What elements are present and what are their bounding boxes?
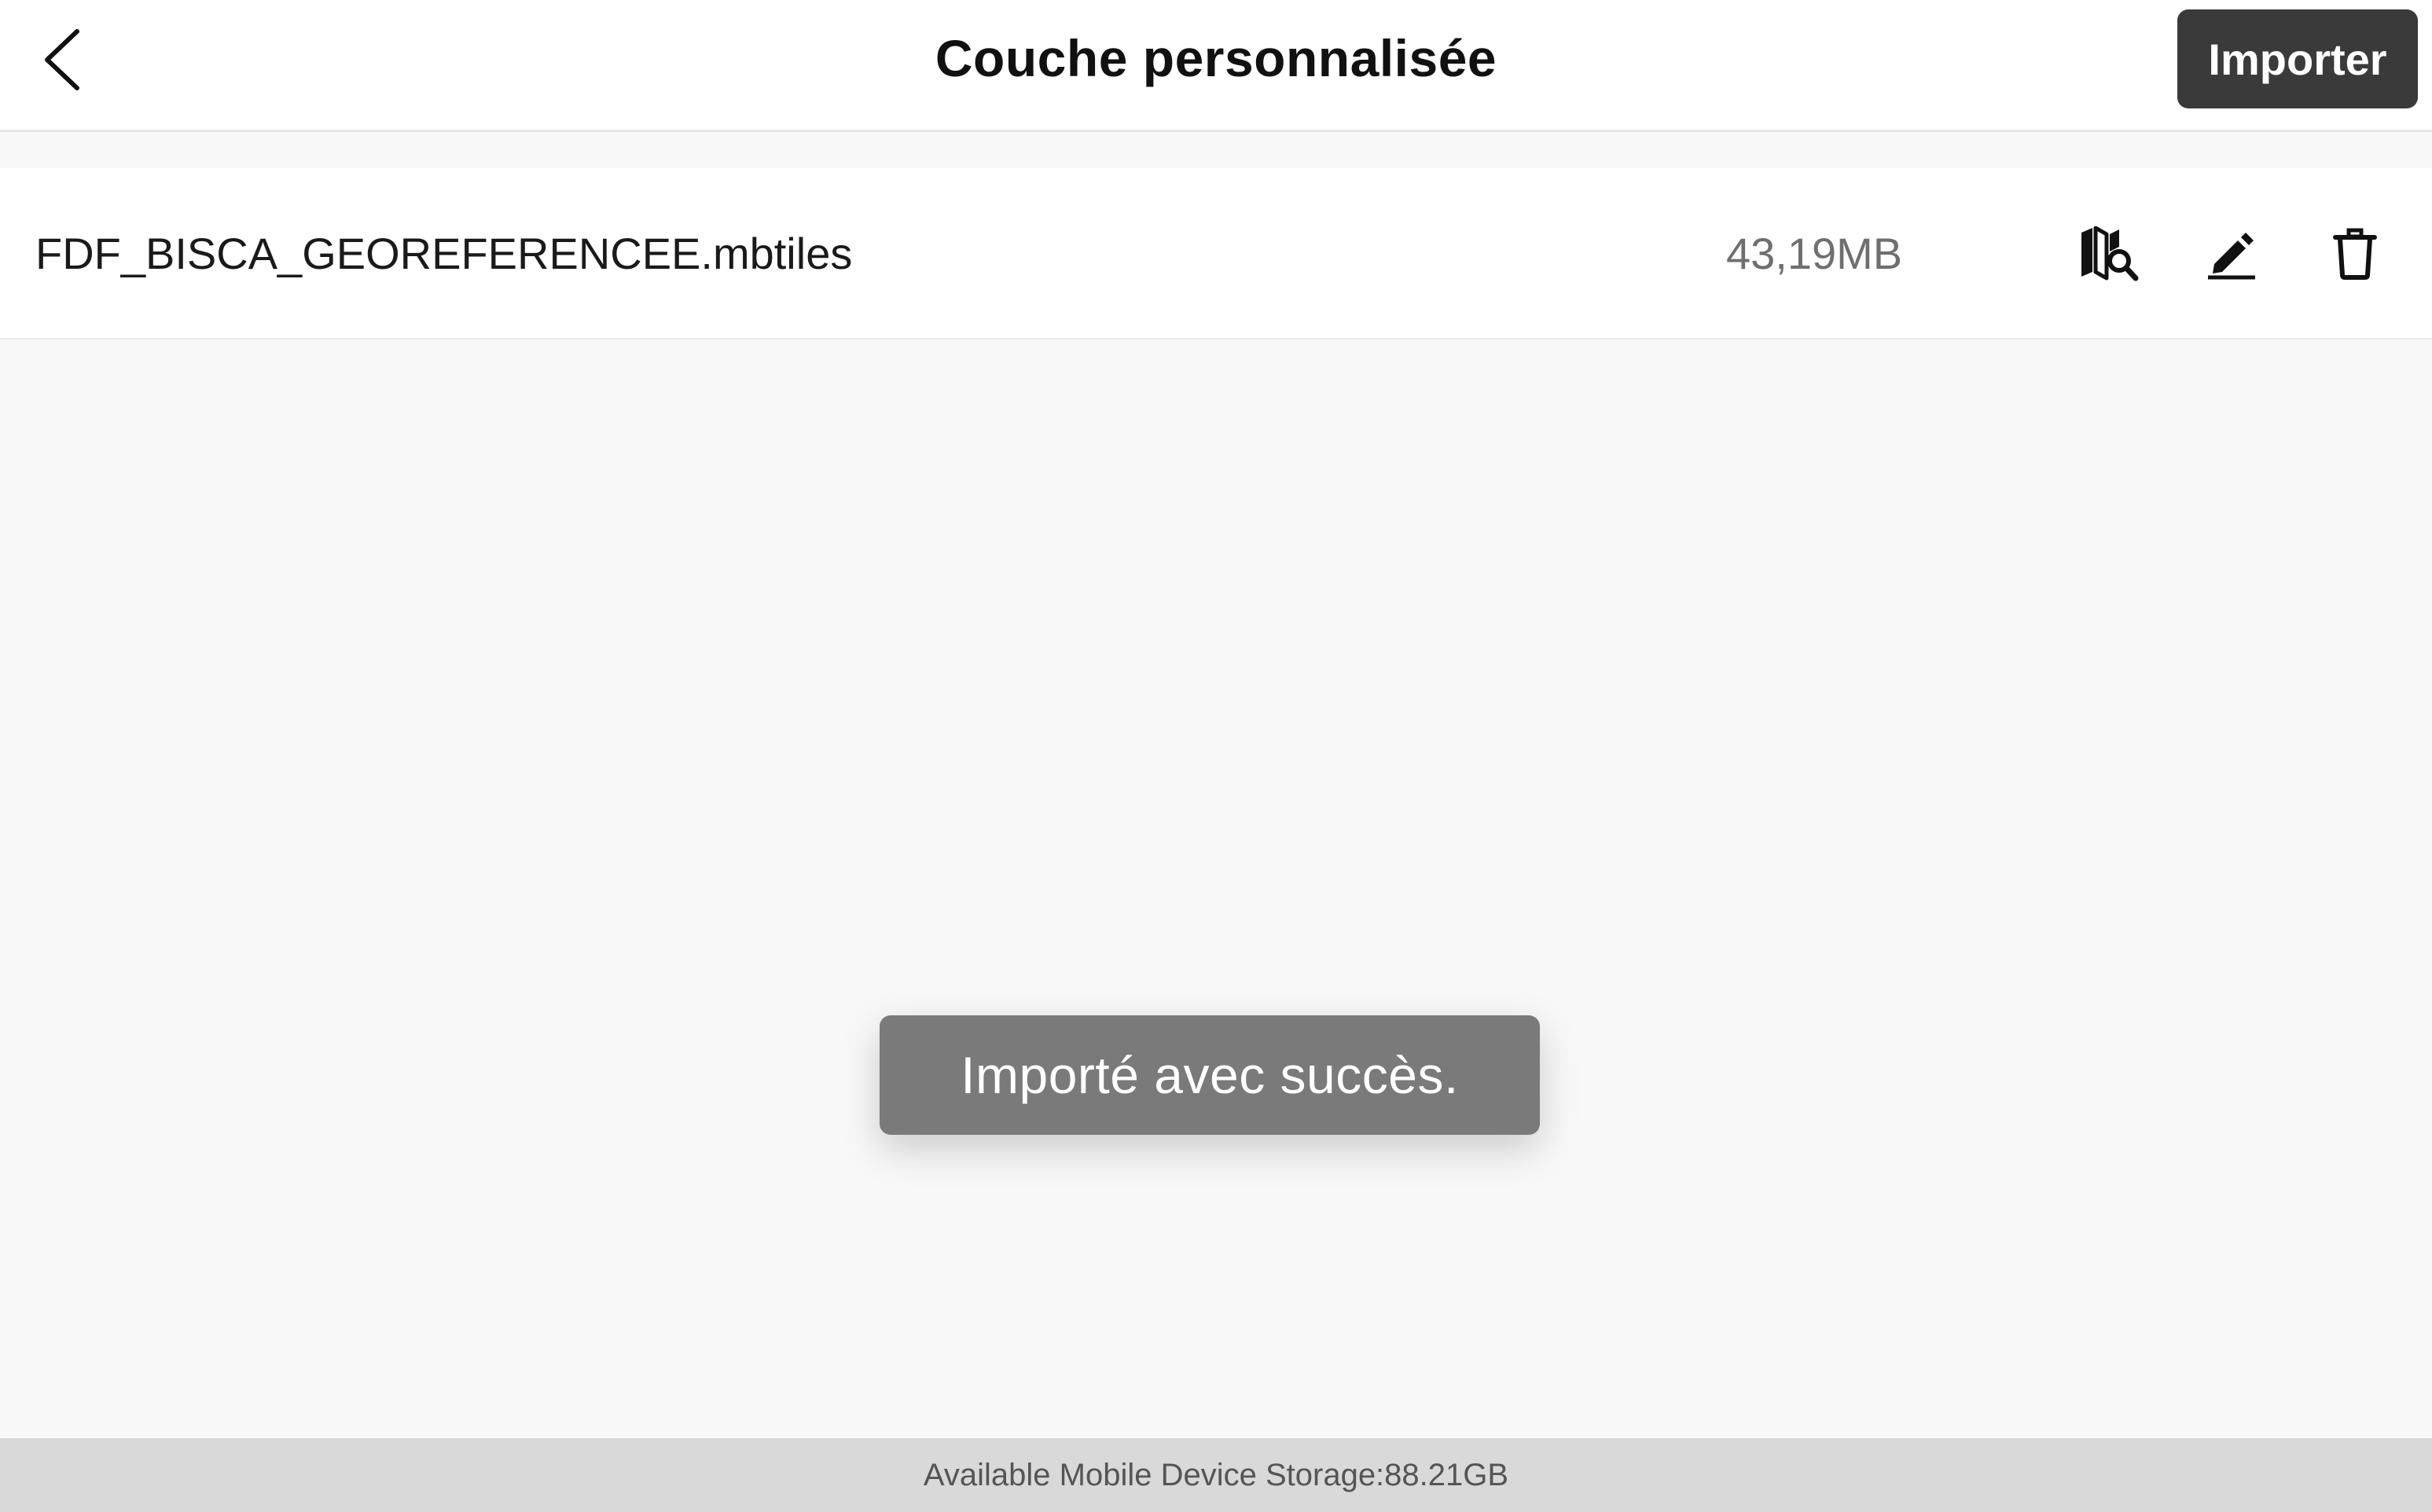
edit-button[interactable] — [2197, 220, 2268, 291]
storage-text: Available Mobile Device Storage:88.21GB — [923, 1457, 1509, 1492]
page-title: Couche personnalisée — [935, 29, 1497, 87]
pencil-icon — [2206, 228, 2258, 284]
file-size: 43,19MB — [1726, 229, 1903, 278]
app-header: Couche personnalisée Importer — [0, 0, 2432, 132]
delete-button[interactable] — [2320, 220, 2390, 291]
trash-icon — [2332, 228, 2378, 284]
import-button[interactable]: Importer — [2177, 9, 2418, 108]
list-item[interactable]: FDF_BISCA_GEOREFERENCEE.mbtiles 43,19MB — [0, 168, 2432, 339]
storage-footer: Available Mobile Device Storage:88.21GB — [0, 1438, 2432, 1512]
preview-map-button[interactable] — [2074, 220, 2144, 291]
map-search-icon — [2078, 226, 2140, 285]
file-name: FDF_BISCA_GEOREFERENCEE.mbtiles — [35, 229, 853, 278]
success-toast: Importé avec succès. — [880, 1015, 1540, 1135]
